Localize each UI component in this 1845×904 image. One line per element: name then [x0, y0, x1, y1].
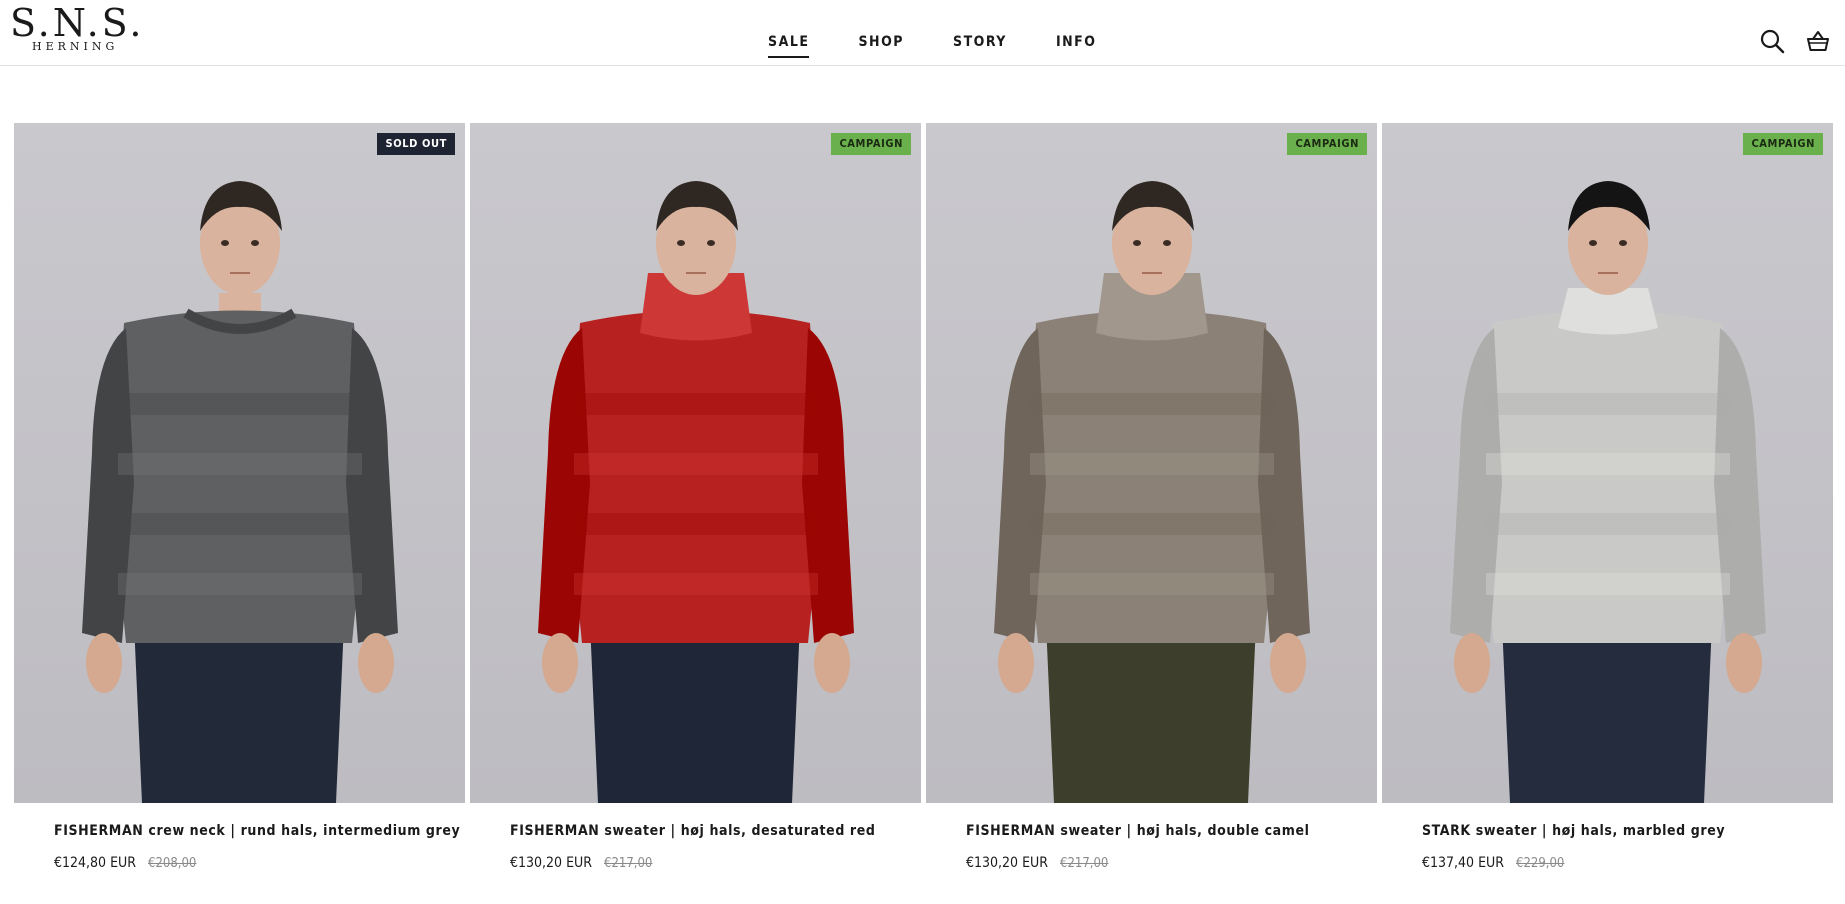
product-image[interactable]: CAMPAIGN — [926, 123, 1377, 803]
eye-right — [251, 240, 259, 246]
product-title[interactable]: FISHERMAN sweater | høj hals, desaturate… — [510, 823, 876, 839]
eye-right — [1619, 240, 1627, 246]
eye-left — [677, 240, 685, 246]
product-image[interactable]: CAMPAIGN — [470, 123, 921, 803]
product-card[interactable]: CAMPAIGN FISHERMAN sweater | høj hals, d… — [470, 123, 921, 871]
original-price: €217,00 — [1060, 856, 1109, 871]
sale-price: €130,20 EUR — [966, 855, 1048, 871]
product-price: €130,20 EUR €217,00 — [510, 855, 652, 871]
hand-right — [358, 633, 394, 693]
status-badge: CAMPAIGN — [1287, 133, 1367, 155]
product-card[interactable]: CAMPAIGN FISHERMAN sweater | høj hals, d… — [926, 123, 1377, 871]
product-price: €124,80 EUR €208,00 — [54, 855, 196, 871]
pants-shape — [590, 623, 800, 803]
sale-price: €137,40 EUR — [1422, 855, 1504, 871]
hand-left — [1454, 633, 1490, 693]
product-title[interactable]: STARK sweater | høj hals, marbled grey — [1422, 823, 1725, 839]
model-figure — [538, 181, 854, 803]
product-card[interactable]: CAMPAIGN STARK sweater | høj hals, marbl… — [1382, 123, 1833, 871]
nav-item-shop[interactable]: SHOP — [858, 32, 904, 52]
product-price: €137,40 EUR €229,00 — [1422, 855, 1564, 871]
knit-band — [1486, 573, 1730, 595]
nav-item-sale[interactable]: SALE — [768, 32, 810, 58]
status-badge: CAMPAIGN — [831, 133, 911, 155]
model-figure — [994, 181, 1310, 803]
product-image[interactable]: SOLD OUT — [14, 123, 465, 803]
site-header: S.N.S. HERNING SALE SHOP STORY INFO — [0, 0, 1845, 66]
sale-price: €124,80 EUR — [54, 855, 136, 871]
logo-wordmark: S.N.S. — [10, 1, 145, 45]
knit-band — [118, 573, 362, 595]
knit-band — [1486, 393, 1730, 415]
knit-band — [574, 393, 818, 415]
logo-subline: HERNING — [32, 40, 119, 53]
knit-band — [118, 513, 362, 535]
status-badge: SOLD OUT — [377, 133, 455, 155]
nav-item-info[interactable]: INFO — [1056, 32, 1097, 52]
knit-band — [118, 393, 362, 415]
knit-band — [574, 453, 818, 475]
pants-shape — [1502, 623, 1712, 803]
product-title[interactable]: FISHERMAN crew neck | rund hals, interme… — [54, 823, 460, 839]
hand-left — [998, 633, 1034, 693]
knit-band — [574, 513, 818, 535]
eye-right — [1163, 240, 1171, 246]
hand-right — [814, 633, 850, 693]
hand-left — [86, 633, 122, 693]
brand-logo[interactable]: S.N.S. HERNING — [10, 4, 155, 54]
model-figure — [82, 181, 398, 803]
product-card[interactable]: SOLD OUT FISHERMAN crew neck | rund hals… — [14, 123, 465, 871]
main-nav: SALE SHOP STORY INFO — [768, 32, 1145, 58]
original-price: €217,00 — [604, 856, 653, 871]
search-icon[interactable] — [1759, 28, 1785, 54]
header-actions — [1759, 28, 1831, 54]
knit-band — [1030, 573, 1274, 595]
original-price: €229,00 — [1516, 856, 1565, 871]
hand-right — [1726, 633, 1762, 693]
hand-left — [542, 633, 578, 693]
knit-band — [1030, 513, 1274, 535]
product-title[interactable]: FISHERMAN sweater | høj hals, double cam… — [966, 823, 1310, 839]
hand-right — [1270, 633, 1306, 693]
eye-left — [1589, 240, 1597, 246]
status-badge: CAMPAIGN — [1743, 133, 1823, 155]
knit-band — [1486, 513, 1730, 535]
eye-right — [707, 240, 715, 246]
product-image[interactable]: CAMPAIGN — [1382, 123, 1833, 803]
eye-left — [221, 240, 229, 246]
pants-shape — [1046, 623, 1256, 803]
knit-band — [1486, 453, 1730, 475]
product-price: €130,20 EUR €217,00 — [966, 855, 1108, 871]
knit-band — [118, 453, 362, 475]
pants-shape — [134, 623, 344, 803]
nav-item-story[interactable]: STORY — [953, 32, 1007, 52]
sale-price: €130,20 EUR — [510, 855, 592, 871]
knit-band — [574, 573, 818, 595]
original-price: €208,00 — [148, 856, 197, 871]
knit-band — [1030, 393, 1274, 415]
model-figure — [1450, 181, 1766, 803]
knit-band — [1030, 453, 1274, 475]
basket-icon[interactable] — [1805, 28, 1831, 54]
eye-left — [1133, 240, 1141, 246]
